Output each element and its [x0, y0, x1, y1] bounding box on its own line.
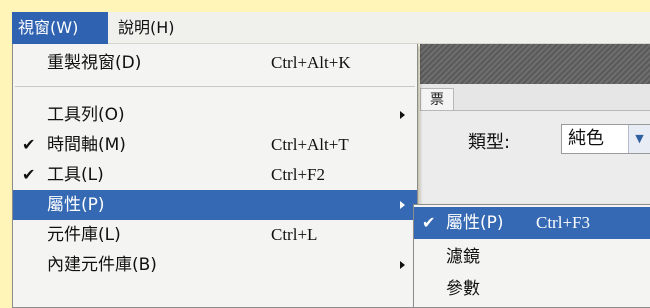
menu-item-shortcut: Ctrl+F2	[271, 165, 325, 184]
menu-item-label: 重製視窗(D)	[47, 53, 142, 73]
menu-item-label: 時間軸(M)	[47, 135, 126, 155]
menu-item-timeline[interactable]: ✔ 時間軸(M) Ctrl+Alt+T	[13, 130, 417, 160]
menu-item-shortcut: Ctrl+Alt+T	[271, 135, 349, 154]
submenu-item-label: 參數	[446, 279, 480, 299]
menu-item-duplicate-window[interactable]: 重製視窗(D) Ctrl+Alt+K	[13, 48, 417, 78]
menu-item-label: 工具列(O)	[47, 105, 125, 125]
menu-item-toolbars[interactable]: 工具列(O)	[13, 100, 417, 130]
menu-item-library[interactable]: 元件庫(L) Ctrl+L	[13, 220, 417, 250]
submenu-item-filters[interactable]: 濾鏡	[414, 241, 650, 273]
menu-item-label: 屬性(P)	[47, 195, 105, 215]
menu-bar: 視窗(W) 說明(H)	[12, 12, 650, 44]
submenu-item-properties[interactable]: ✔ 屬性(P) Ctrl+F3	[414, 207, 650, 239]
menu-item-properties[interactable]: 屬性(P)	[13, 190, 417, 220]
menu-item-shortcut: Ctrl+L	[271, 225, 318, 244]
menu-window[interactable]: 視窗(W)	[12, 12, 108, 44]
panel-tab[interactable]: 票	[420, 88, 454, 110]
type-label: 類型:	[468, 132, 511, 153]
menu-item-label: 內建元件庫(B)	[47, 255, 157, 275]
checkmark-icon: ✔	[422, 213, 436, 232]
checkmark-icon: ✔	[22, 135, 36, 154]
menu-item-common-libraries[interactable]: 內建元件庫(B)	[13, 250, 417, 280]
menu-help[interactable]: 說明(H)	[112, 12, 212, 44]
submenu-item-label: 濾鏡	[446, 247, 480, 267]
checkmark-icon: ✔	[22, 165, 36, 184]
submenu-arrow-icon	[400, 201, 405, 209]
submenu-item-label: 屬性(P)	[446, 213, 504, 233]
frame-border-top	[0, 0, 650, 12]
chevron-down-icon[interactable]: ▼	[628, 125, 650, 153]
menu-item-shortcut: Ctrl+Alt+K	[271, 53, 351, 72]
submenu-item-parameters[interactable]: 參數	[414, 273, 650, 305]
properties-submenu: ✔ 屬性(P) Ctrl+F3 濾鏡 參數	[413, 204, 650, 308]
frame-border-left	[0, 0, 12, 308]
submenu-arrow-icon	[400, 111, 405, 119]
window-menu: 重製視窗(D) Ctrl+Alt+K 工具列(O) ✔ 時間軸(M) Ctrl+…	[12, 44, 418, 308]
menu-separator	[15, 86, 415, 87]
submenu-item-shortcut: Ctrl+F3	[536, 213, 590, 232]
menu-item-label: 工具(L)	[47, 165, 104, 185]
stage-area	[420, 44, 650, 84]
submenu-arrow-icon	[400, 261, 405, 269]
menu-item-tools[interactable]: ✔ 工具(L) Ctrl+F2	[13, 160, 417, 190]
screenshot-stage: 票 類型: 純色 ▼ 視窗(W) 說明(H) 重製視窗(D) Ctrl+Alt+…	[0, 0, 650, 308]
menu-item-label: 元件庫(L)	[47, 225, 121, 245]
